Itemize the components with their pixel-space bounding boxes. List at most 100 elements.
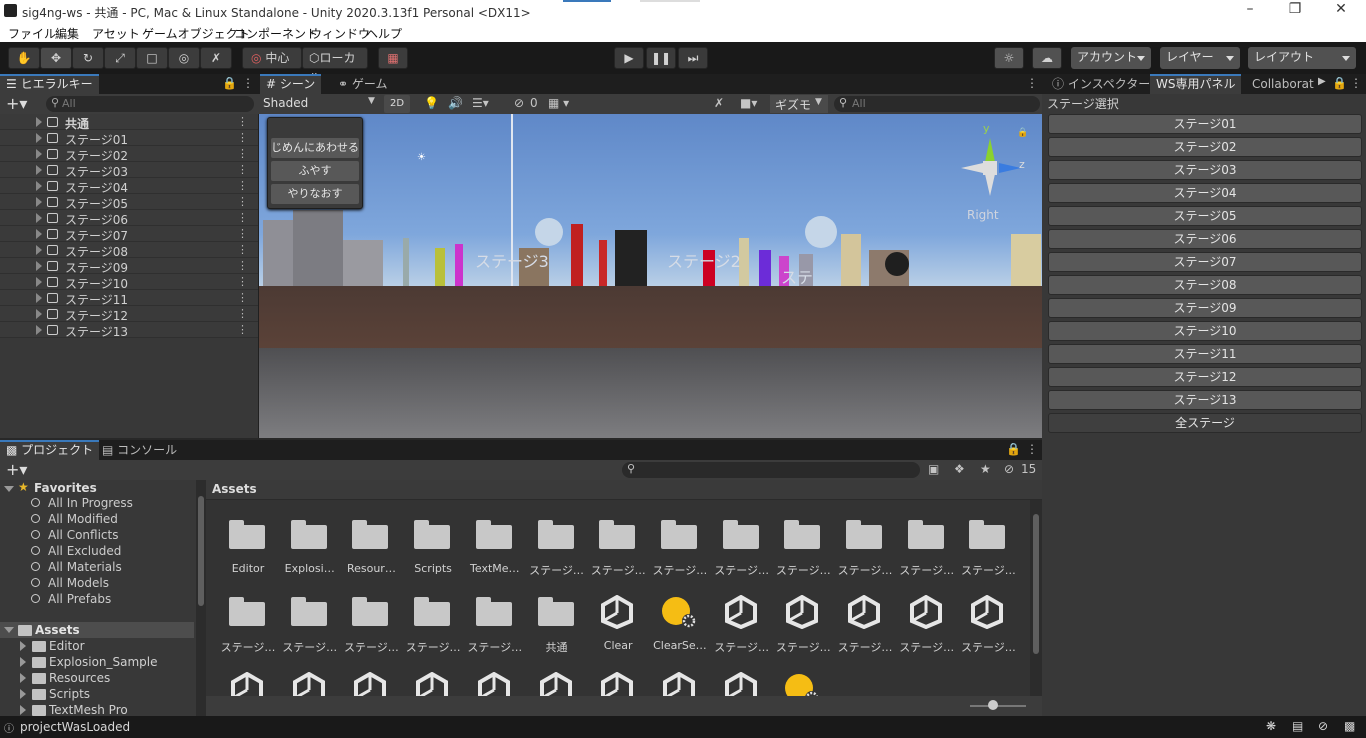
snap-to-ground-button[interactable]: じめんにあわせる — [271, 138, 359, 158]
stage-button[interactable]: ステージ08 — [1048, 275, 1362, 295]
space-toggle[interactable]: ⬡ローカル — [302, 47, 368, 85]
hierarchy-item[interactable]: ステージ10 ⋮ — [0, 274, 258, 291]
stage-button[interactable]: ステージ03 — [1048, 160, 1362, 180]
effects-icon[interactable]: ☰▾ — [472, 96, 489, 110]
menu-file[interactable]: ファイル — [8, 25, 56, 42]
tab-scroll-icon[interactable]: ▶ — [1318, 76, 1326, 87]
stage-button[interactable]: ステージ11 — [1048, 344, 1362, 364]
asset-item[interactable]: ステージ… — [960, 518, 1016, 578]
favorite-search-item[interactable]: All Materials — [31, 560, 122, 574]
expand-arrow-icon[interactable] — [36, 325, 42, 335]
rect-tool-icon[interactable]: □ — [136, 47, 168, 69]
tab-inspector[interactable]: ⓘ インスペクター — [1046, 74, 1156, 94]
asset-item[interactable]: ステージ… — [529, 518, 585, 578]
expand-arrow-icon[interactable] — [36, 117, 42, 127]
filter-by-label-icon[interactable]: ❖ — [954, 462, 965, 476]
asset-item[interactable]: ステージ… — [714, 595, 770, 655]
item-menu-icon[interactable]: ⋮ — [237, 163, 248, 176]
hierarchy-item[interactable]: 共通 ⋮ — [0, 114, 258, 131]
asset-item[interactable] — [220, 672, 276, 696]
layers-dropdown[interactable]: レイヤー — [1160, 47, 1240, 69]
hierarchy-item[interactable]: ステージ03 ⋮ — [0, 162, 258, 179]
expand-arrow-icon[interactable] — [36, 197, 42, 207]
stage-button[interactable]: ステージ04 — [1048, 183, 1362, 203]
hierarchy-item[interactable]: ステージ07 ⋮ — [0, 226, 258, 243]
stage-button[interactable]: ステージ12 — [1048, 367, 1362, 387]
expand-arrow-icon[interactable] — [36, 309, 42, 319]
menu-window[interactable]: ウィンドウ — [310, 25, 370, 42]
item-menu-icon[interactable]: ⋮ — [237, 323, 248, 336]
tree-folder-item[interactable]: Explosion_Sample — [0, 654, 194, 670]
zoom-slider[interactable] — [970, 705, 1026, 707]
asset-item[interactable]: ステージ… — [960, 595, 1016, 655]
stage-button[interactable]: ステージ06 — [1048, 229, 1362, 249]
tab-hierarchy[interactable]: ☰ ヒエラルキー — [0, 74, 99, 94]
asset-item[interactable]: ステージ… — [590, 518, 646, 578]
menu-assets[interactable]: アセット — [92, 25, 140, 42]
stage-button[interactable]: ステージ02 — [1048, 137, 1362, 157]
mode-2d-toggle[interactable]: 2D — [384, 95, 410, 113]
hierarchy-item[interactable]: ステージ09 ⋮ — [0, 258, 258, 275]
asset-item[interactable] — [343, 672, 399, 696]
asset-item[interactable] — [282, 672, 338, 696]
filter-by-type-icon[interactable]: ▣ — [928, 462, 939, 476]
asset-item[interactable] — [714, 672, 770, 696]
pause-button[interactable]: ❚❚ — [646, 47, 676, 69]
tab-console[interactable]: ▤ コンソール — [96, 440, 183, 460]
menu-component[interactable]: コンポーネント — [234, 25, 318, 42]
expand-arrow-icon[interactable] — [36, 245, 42, 255]
cache-server-icon[interactable]: ▤ — [1292, 719, 1303, 733]
grid-scroll-thumb[interactable] — [1033, 514, 1039, 654]
asset-item[interactable]: Resour… — [343, 518, 399, 578]
transform-tool-icon[interactable]: ◎ — [168, 47, 200, 69]
scene-search-input[interactable]: ⚲ All — [834, 96, 1040, 112]
asset-item[interactable] — [467, 672, 523, 696]
expand-arrow-icon[interactable] — [36, 277, 42, 287]
light-icon[interactable]: 💡 — [424, 96, 439, 110]
item-menu-icon[interactable]: ⋮ — [237, 291, 248, 304]
expand-arrow-icon[interactable] — [36, 229, 42, 239]
play-button[interactable]: ▶ — [614, 47, 644, 69]
project-search-input[interactable]: ⚲ — [622, 462, 920, 478]
rotate-tool-icon[interactable]: ↻ — [72, 47, 104, 69]
tree-expand-icon[interactable] — [20, 673, 26, 683]
expand-arrow-icon[interactable] — [36, 181, 42, 191]
favorite-search-item[interactable]: All Models — [31, 576, 109, 590]
menu-help[interactable]: ヘルプ — [366, 25, 402, 42]
camera-icon[interactable]: ■▾ — [740, 96, 757, 110]
minimize-icon[interactable]: – — [1241, 1, 1259, 21]
gizmo-lock-icon[interactable]: 🔒 — [1017, 128, 1028, 138]
debug-icon[interactable]: ❋ — [1266, 719, 1276, 733]
kebab-menu-icon[interactable]: ⋮ — [242, 76, 254, 90]
add-icon[interactable]: +▾ — [6, 94, 27, 113]
custom-tool-icon[interactable]: ✗ — [200, 47, 232, 69]
asset-item[interactable]: ステージ… — [775, 518, 831, 578]
expand-arrow-icon[interactable] — [36, 293, 42, 303]
tab-scene[interactable]: # シーン — [260, 74, 322, 94]
hidden-objects-icon[interactable]: ⊘ — [514, 96, 524, 110]
tree-folder-item[interactable]: TextMesh Pro — [0, 702, 194, 716]
item-menu-icon[interactable]: ⋮ — [237, 115, 248, 128]
increase-button[interactable]: ふやす — [271, 161, 359, 181]
hierarchy-item[interactable]: ステージ13 ⋮ — [0, 322, 258, 339]
redo-button[interactable]: やりなおす — [271, 184, 359, 204]
expand-arrow-icon[interactable] — [36, 213, 42, 223]
restore-icon[interactable]: ❐ — [1286, 1, 1304, 21]
asset-item[interactable]: ステージ… — [343, 595, 399, 655]
grid-scrollbar[interactable] — [1030, 500, 1042, 696]
item-menu-icon[interactable]: ⋮ — [237, 211, 248, 224]
tree-expand-icon[interactable] — [20, 705, 26, 715]
asset-item[interactable]: ステージ… — [714, 518, 770, 578]
asset-item[interactable]: ステージ… — [775, 595, 831, 655]
asset-item[interactable]: ステージ… — [467, 595, 523, 655]
hierarchy-item[interactable]: ステージ08 ⋮ — [0, 242, 258, 259]
hidden-packages-icon[interactable]: ⊘ — [1004, 462, 1014, 476]
item-menu-icon[interactable]: ⋮ — [237, 227, 248, 240]
tab-game[interactable]: ⚭ ゲーム — [332, 74, 394, 94]
tab-collaborate[interactable]: Collaborat — [1246, 74, 1322, 94]
item-menu-icon[interactable]: ⋮ — [237, 275, 248, 288]
project-lock-icon[interactable]: 🔒 — [1006, 442, 1021, 456]
favorite-star-icon[interactable]: ★ — [980, 462, 991, 476]
tab-ws-panel[interactable]: WS専用パネル — [1150, 74, 1242, 94]
hierarchy-item[interactable]: ステージ06 ⋮ — [0, 210, 258, 227]
